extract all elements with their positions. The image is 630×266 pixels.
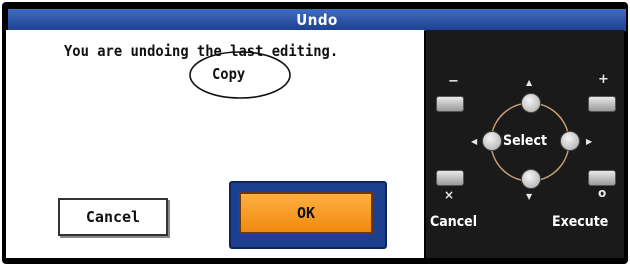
- down-knob[interactable]: [521, 169, 541, 189]
- select-label: Select: [503, 133, 547, 149]
- execute-circle-icon: o: [598, 186, 607, 200]
- right-knob[interactable]: [560, 131, 580, 151]
- execute-pad[interactable]: [588, 170, 616, 186]
- highlight-ellipse: [189, 51, 291, 99]
- up-knob[interactable]: [521, 93, 541, 113]
- control-panel: − + ▲ ▼ ◀ ▶ Select × o Cancel Execute: [426, 30, 624, 258]
- down-arrow-icon: ▼: [526, 192, 533, 201]
- cancel-label: Cancel: [430, 214, 478, 230]
- ok-button[interactable]: OK: [239, 192, 373, 234]
- left-arrow-icon: ◀: [471, 137, 478, 146]
- right-arrow-icon: ▶: [586, 137, 593, 146]
- cancel-pad[interactable]: [436, 170, 464, 186]
- cancel-x-icon: ×: [444, 188, 455, 202]
- undo-dialog: You are undoing the last editing. Copy C…: [6, 30, 424, 258]
- dialog-title: Undo: [8, 9, 626, 31]
- left-knob[interactable]: [482, 131, 502, 151]
- cancel-button[interactable]: Cancel: [58, 198, 168, 236]
- up-arrow-icon: ▲: [526, 78, 533, 87]
- execute-label: Execute: [552, 214, 609, 230]
